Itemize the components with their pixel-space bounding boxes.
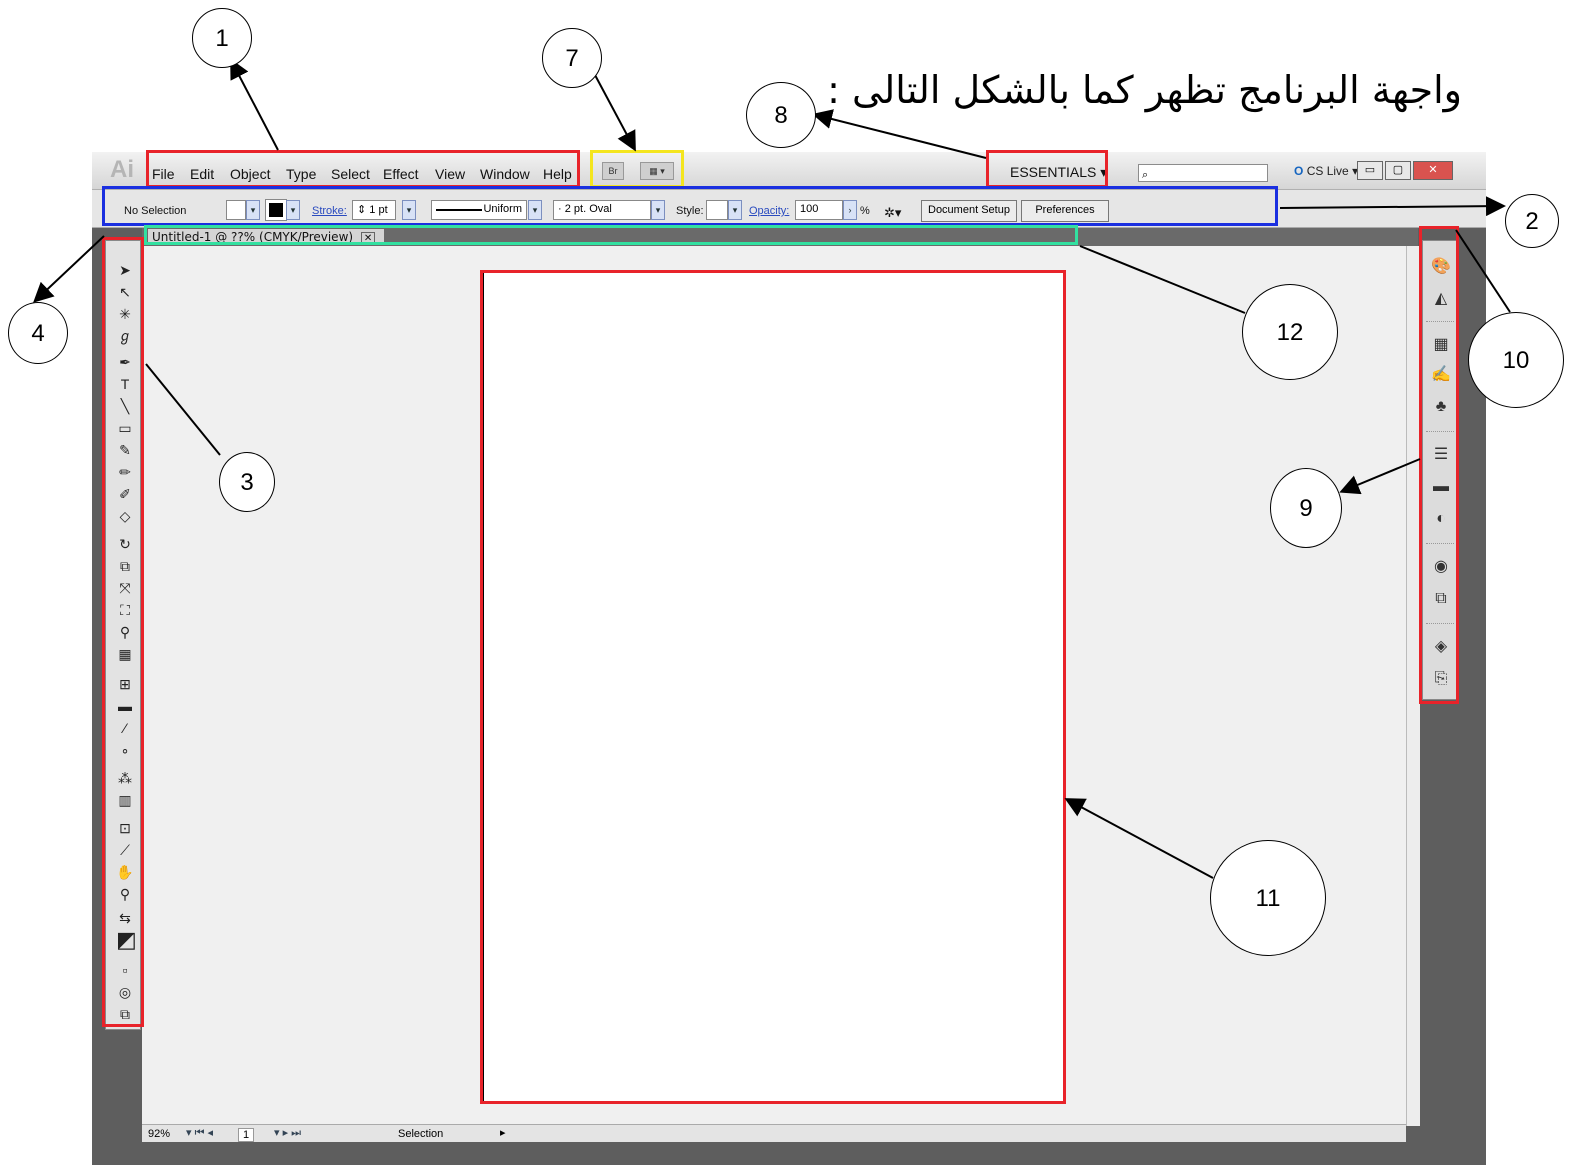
- label-10: 10: [1468, 312, 1564, 408]
- label-3: 3: [219, 452, 275, 512]
- label-12: 12: [1242, 284, 1338, 380]
- label-2: 2: [1505, 194, 1559, 248]
- label-9: 9: [1270, 468, 1342, 548]
- label-1: 1: [192, 8, 252, 68]
- label-4: 4: [8, 302, 68, 364]
- label-8: 8: [746, 82, 816, 148]
- label-11: 11: [1210, 840, 1326, 956]
- annotation-arrows: [33, 58, 1511, 879]
- label-7: 7: [542, 28, 602, 88]
